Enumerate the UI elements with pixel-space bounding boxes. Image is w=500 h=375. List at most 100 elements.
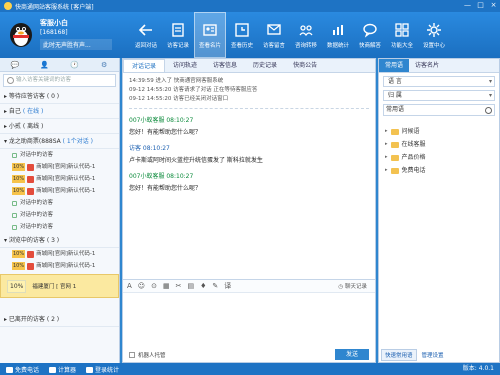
all-functions-button[interactable]: 功能大全 — [386, 12, 418, 58]
window-title: 快商通网站客服系统 [客户端] — [15, 3, 94, 11]
chat-status-icon — [12, 152, 17, 158]
manage-settings-button[interactable]: 管理设置 — [419, 350, 447, 360]
status-label: 登录统计 — [95, 366, 120, 374]
group-waiting[interactable]: ▸ 等待应答访客 ( 0 ) — [0, 89, 119, 104]
card-send-icon[interactable]: ♦ — [200, 282, 206, 290]
statistics-button[interactable]: 数据统计 — [322, 12, 354, 58]
group-browsing[interactable]: ▾ 浏览中的访客 ( 3 ) — [0, 233, 119, 248]
chat-status-icon — [12, 200, 17, 206]
tree-node[interactable]: ▸ 免费电话 — [385, 164, 493, 177]
tab-contacts[interactable]: 👤 — [30, 58, 60, 71]
tab-visitor-info[interactable]: 访客信息 — [205, 59, 245, 72]
tab-visitor-card[interactable]: 访客名片 — [409, 59, 445, 72]
message-body: 您好！有能帮助您什么呢？ — [129, 185, 202, 192]
minimize-button[interactable]: — — [463, 1, 472, 10]
phrase-search-input[interactable]: 常用语 — [383, 104, 495, 116]
free-call-button[interactable]: 免费电话 — [6, 365, 39, 374]
font-icon[interactable]: A — [127, 282, 132, 290]
item-label: 对话中的访客 — [20, 152, 54, 158]
screenshot-icon[interactable]: ✂ — [176, 282, 182, 290]
status-label: 计算器 — [58, 366, 77, 374]
tab-chat-record[interactable]: 对话记录 — [123, 59, 166, 72]
rate-badge: 10% — [12, 163, 26, 171]
browser-icon — [27, 250, 35, 258]
robot-checkbox[interactable] — [129, 352, 135, 358]
message-input[interactable] — [123, 293, 375, 347]
view-history-button[interactable]: 查看历史 — [226, 12, 258, 58]
quick-phrases-button[interactable]: 快速常用语 — [381, 349, 417, 361]
quick-phrase-panel: 常用语 访客名片 语 言 归 属 常用语 ▸ 问候语 ▸ 在线客服 ▸ 产品价格 ▸ 免… — [378, 58, 500, 363]
shake-icon[interactable]: ⊙ — [151, 282, 157, 290]
tree-node[interactable]: ▸ 在线客服 — [385, 138, 493, 151]
tab-settings[interactable]: ⚙ — [89, 58, 119, 71]
item-label: 商城网[官网]新认代码-1 — [36, 164, 96, 170]
list-item[interactable]: 对话中的访客 — [0, 149, 119, 161]
tab-chat[interactable]: 💬 — [0, 58, 30, 71]
quick-answer-button[interactable]: 快商解答 — [354, 12, 386, 58]
group-self[interactable]: ▸ 自己 ( 在线 ) — [0, 104, 119, 119]
penguin-avatar-icon[interactable] — [8, 18, 34, 48]
emoji-icon[interactable]: ☺ — [138, 282, 145, 290]
group-xiaoyi[interactable]: ▸ 小贰 ( 离线 ) — [0, 119, 119, 134]
login-stats-button[interactable]: 登录统计 — [86, 365, 119, 374]
visitor-list-panel: 💬 👤 🕐 ⚙ 输入访客关键词的访客 ▸ 等待应答访客 ( 0 ) ▸ 自己 (… — [0, 58, 120, 363]
message-header: 007小蚁客服 08:10:27 — [129, 173, 194, 180]
message-body: 您好！有能帮助您什么呢？ — [129, 129, 202, 136]
tab-announcement[interactable]: 快商公告 — [285, 59, 325, 72]
chat-icon — [363, 23, 377, 38]
owner-select[interactable]: 归 属 — [383, 90, 495, 101]
translate-icon[interactable]: 译 — [224, 281, 231, 291]
chat-history-button[interactable]: ◷ 聊天记录 — [338, 282, 367, 290]
tab-visit-track[interactable]: 访问轨迹 — [165, 59, 205, 72]
right-tabs: 常用语 访客名片 — [379, 59, 499, 73]
calculator-button[interactable]: 计算器 — [49, 365, 76, 374]
settings-button[interactable]: 设置中心 — [418, 12, 450, 58]
toolbar-label: 设置中心 — [422, 42, 445, 49]
window-controls: — □ × — [463, 1, 498, 10]
maximize-button[interactable]: □ — [476, 1, 485, 10]
main-toolbar: 返回对话 访客记录 查看名片 查看历史 访客留言 咨询转移 数据统计 快商解答 — [130, 12, 450, 58]
language-select[interactable]: 语 言 — [383, 76, 495, 87]
tree-node[interactable]: ▸ 问候语 — [385, 125, 493, 138]
visitor-search-input[interactable]: 输入访客关键词的访客 — [3, 74, 116, 87]
item-label: 对话中的访客 — [20, 200, 54, 206]
list-item[interactable]: 对话中的访客 — [0, 197, 119, 209]
list-item[interactable]: 对话中的访客 — [0, 209, 119, 221]
node-label: 免费电话 — [401, 167, 426, 174]
tree-node[interactable]: ▸ 产品价格 — [385, 151, 493, 164]
title-bar: 快商通网站客服系统 [客户端] — □ × — [0, 0, 500, 12]
list-item[interactable]: 对话中的访客 — [0, 221, 119, 233]
toolbar-label: 快商解答 — [358, 42, 381, 49]
toolbar-label: 查看名片 — [198, 42, 221, 49]
tab-common-phrases[interactable]: 常用语 — [379, 59, 410, 72]
folder-icon — [390, 167, 399, 174]
tab-recent[interactable]: 🕐 — [60, 58, 90, 71]
close-button[interactable]: × — [489, 1, 498, 10]
item-label: 商城网[官网]新认代码-1 — [36, 251, 96, 257]
group-dept[interactable]: ▾ 龙之助商票(888SA ( 1个对话 ) — [0, 134, 119, 149]
image-icon[interactable]: ▦ — [163, 282, 170, 290]
group-status: ( 离线 ) — [22, 123, 44, 130]
transfer-icon — [299, 24, 313, 36]
list-item[interactable]: 10% 商城网[官网]新认代码-1 — [0, 260, 119, 272]
message-body: 卢卡斯或阿时间火蓝控升统信蛋发了 斯科拉就发生 — [129, 157, 263, 164]
visitor-message-button[interactable]: 访客留言 — [258, 12, 290, 58]
phrase-tree: ▸ 问候语 ▸ 在线客服 ▸ 产品价格 ▸ 免费电话 — [379, 119, 499, 183]
list-item[interactable]: 10% 商城网[官网]新认代码-1 — [0, 185, 119, 197]
pen-icon[interactable]: ✎ — [212, 282, 218, 290]
back-dialog-button[interactable]: 返回对话 — [130, 12, 162, 58]
list-item[interactable]: 10% 商城网[官网]新认代码-1 — [0, 248, 119, 260]
user-signature[interactable]: 此时无声胜有声... — [40, 39, 112, 50]
list-item[interactable]: 10% 商城网[官网]新认代码-1 — [0, 161, 119, 173]
list-item[interactable]: 10% 商城网[官网]新认代码-1 — [0, 173, 119, 185]
send-button[interactable]: 发送 — [335, 349, 369, 360]
expand-icon: ▸ — [385, 141, 388, 147]
file-icon[interactable]: ▤ — [187, 282, 194, 290]
tab-history[interactable]: 历史记录 — [245, 59, 285, 72]
visitor-record-button[interactable]: 访客记录 — [162, 12, 194, 58]
transfer-button[interactable]: 咨询转移 — [290, 12, 322, 58]
group-left[interactable]: ▸ 已离开的访客 ( 2 ) — [0, 312, 119, 327]
document-icon — [172, 22, 184, 37]
view-card-button[interactable]: 查看名片 — [194, 12, 226, 58]
selected-visitor[interactable]: 10% 福建厦门 [ 官网 1 — [0, 274, 119, 298]
